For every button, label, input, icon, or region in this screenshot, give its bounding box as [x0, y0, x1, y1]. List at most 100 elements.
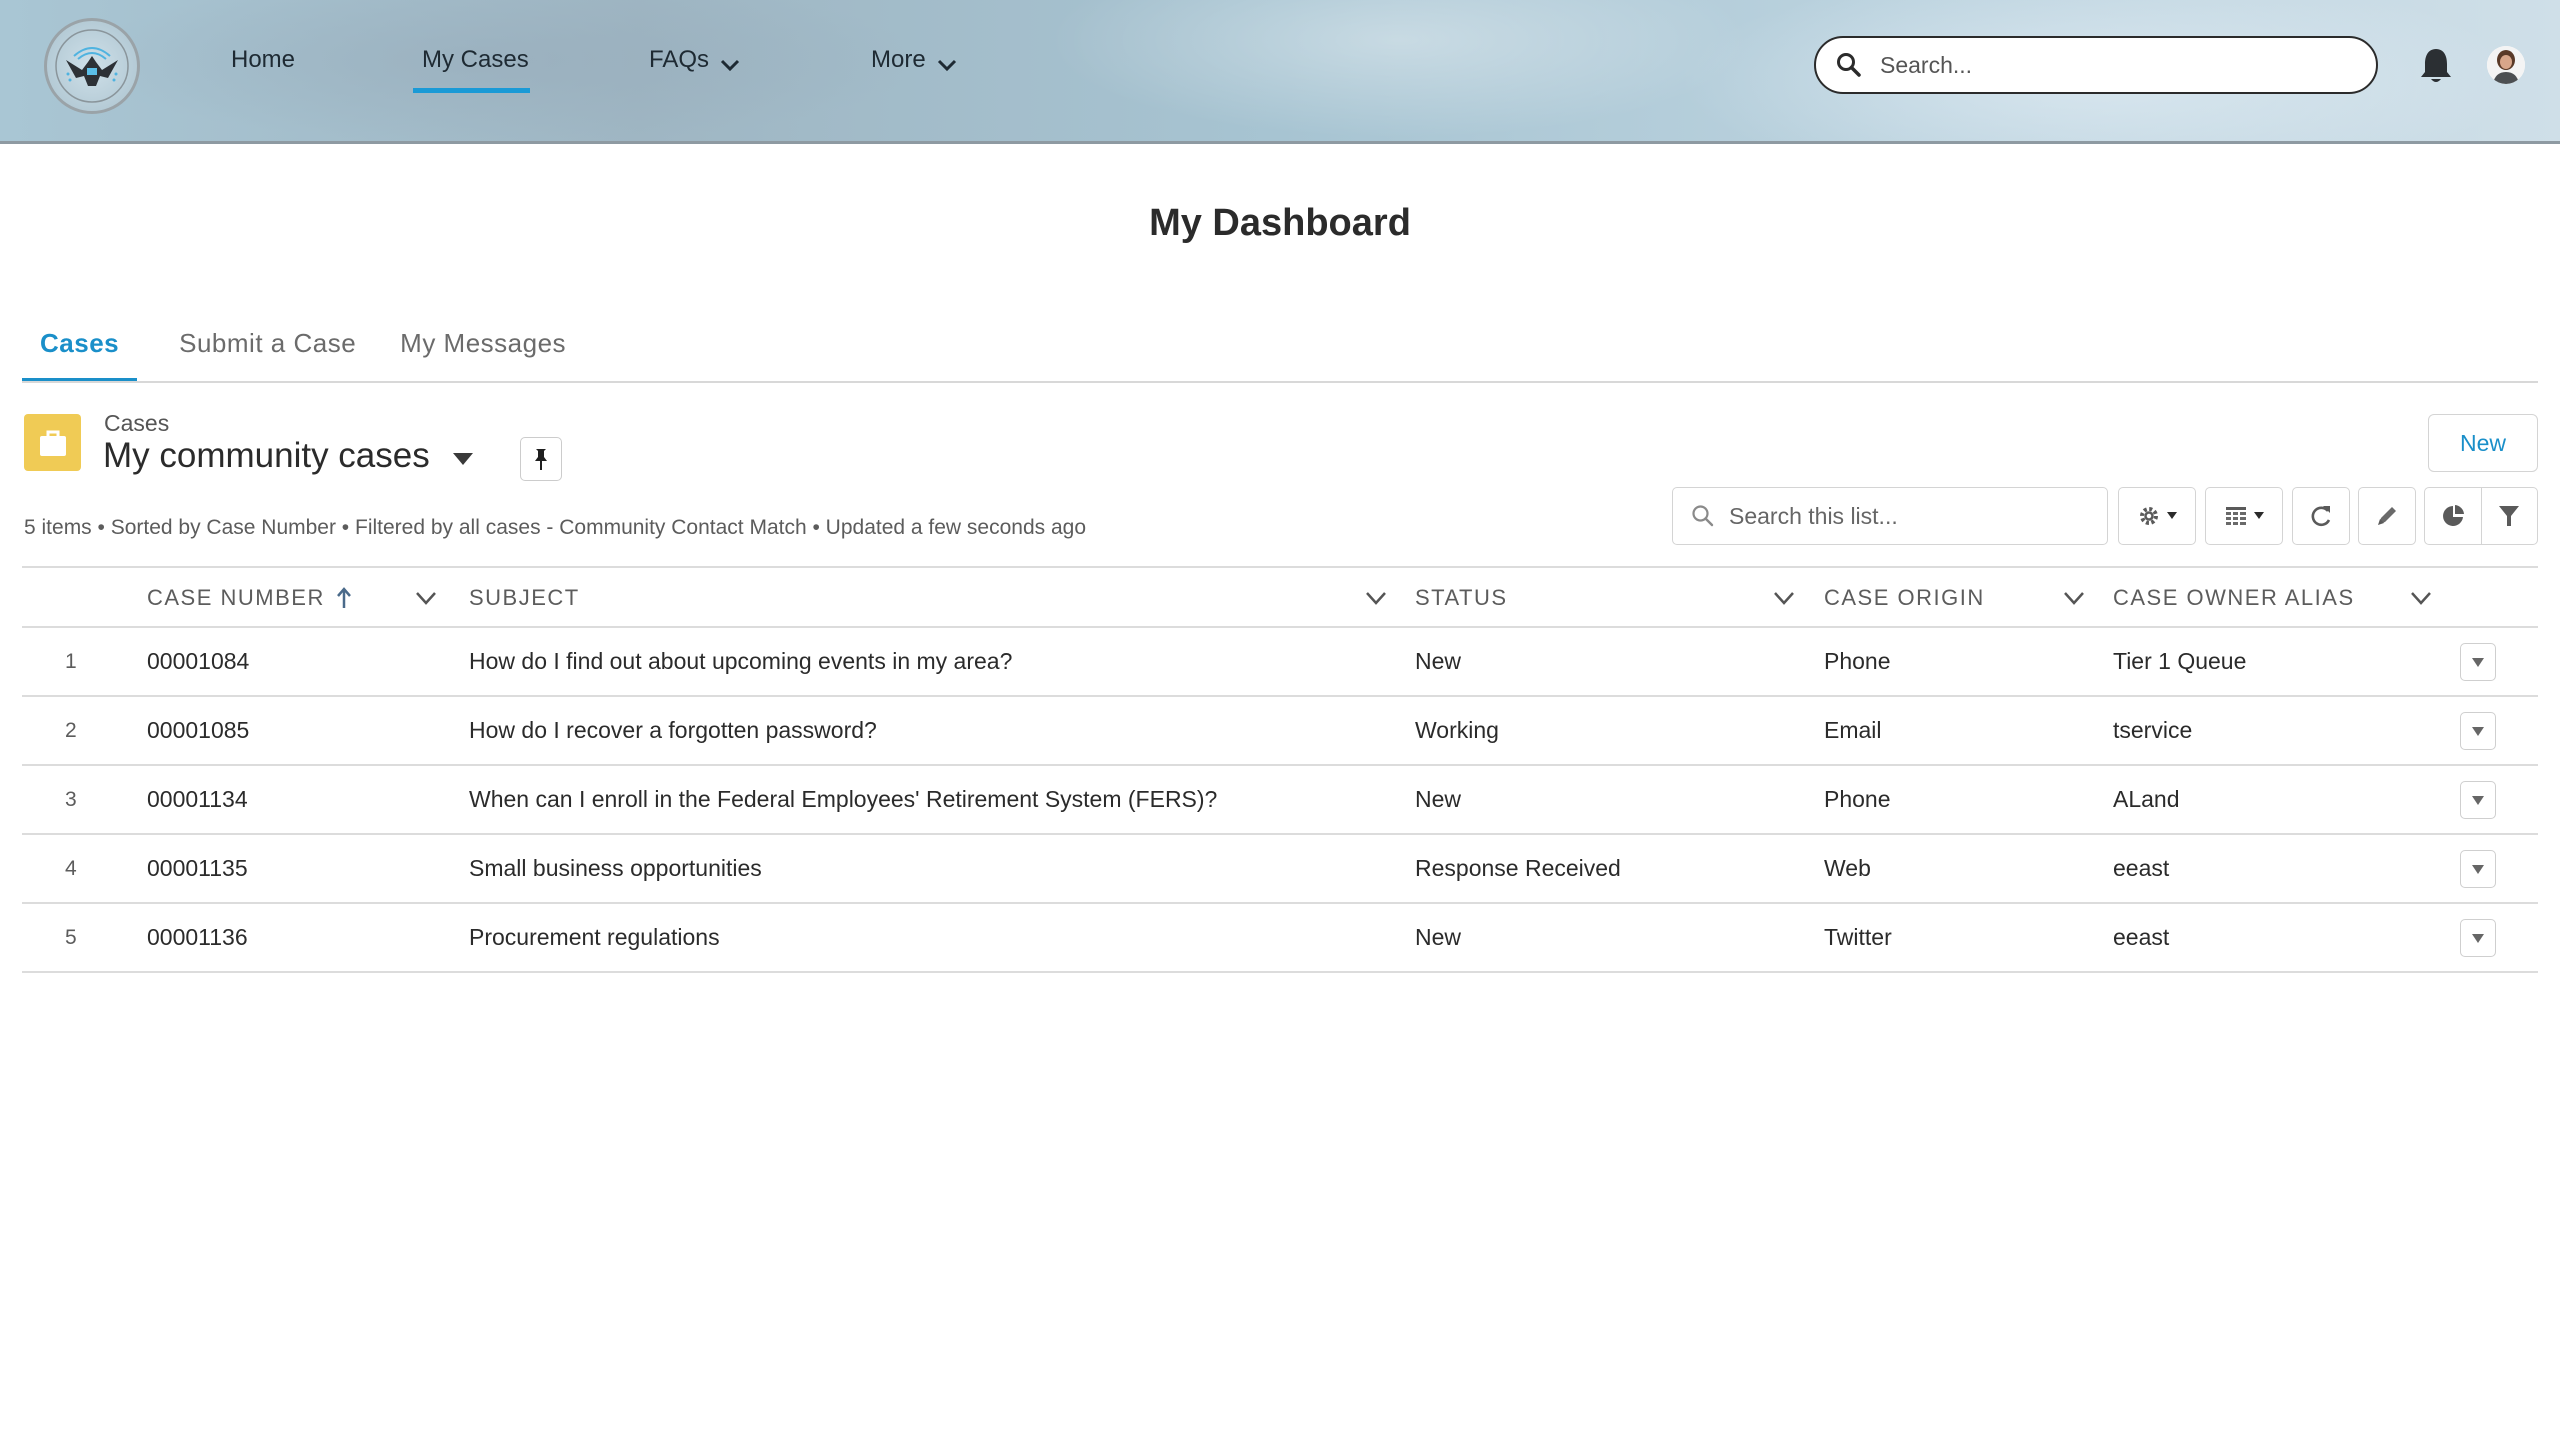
global-search-box[interactable]	[1814, 36, 2378, 94]
case-origin: Email	[1824, 717, 1882, 743]
chart-filter-button-group	[2424, 487, 2538, 545]
cases-table: CASE NUMBER SUBJECT STATUS CASE ORIGIN C…	[22, 566, 2538, 973]
column-menu-chevron-icon[interactable]	[1364, 587, 1388, 609]
nav-faqs[interactable]: FAQs	[649, 46, 741, 94]
row-actions-button[interactable]	[2460, 919, 2496, 957]
case-subject: Small business opportunities	[469, 855, 762, 881]
row-actions-button[interactable]	[2460, 781, 2496, 819]
department-logo[interactable]	[44, 18, 140, 114]
case-subject: When can I enroll in the Federal Employe…	[469, 786, 1218, 812]
column-menu-chevron-icon[interactable]	[414, 587, 438, 609]
caret-down-icon	[2167, 512, 2177, 519]
user-photo-icon	[2487, 46, 2525, 84]
tab-cases[interactable]: Cases	[22, 310, 138, 383]
column-header-case-owner-alias[interactable]: CASE OWNER ALIAS	[2113, 568, 2355, 628]
case-owner-alias: eeast	[2113, 855, 2170, 881]
row-number: 4	[65, 856, 77, 880]
caret-down-icon	[2472, 727, 2484, 736]
pin-icon	[535, 449, 547, 470]
row-actions-button[interactable]	[2460, 712, 2496, 750]
column-menu-chevron-icon[interactable]	[2409, 587, 2433, 609]
column-header-case-origin[interactable]: CASE ORIGIN	[1824, 568, 1985, 628]
tab-my-messages[interactable]: My Messages	[382, 310, 584, 382]
search-icon	[1837, 53, 1861, 77]
case-owner-alias: ALand	[2113, 786, 2180, 812]
nav-home-label: Home	[231, 46, 296, 73]
refresh-button[interactable]	[2292, 487, 2350, 545]
list-settings-button[interactable]	[2118, 487, 2196, 545]
table-header: CASE NUMBER SUBJECT STATUS CASE ORIGIN C…	[22, 566, 2538, 628]
case-number-link[interactable]: 00001085	[147, 697, 249, 764]
refresh-icon	[2311, 506, 2331, 527]
nav-faqs-label: FAQs	[649, 46, 710, 73]
row-number: 5	[65, 925, 77, 949]
new-case-button[interactable]: New	[2428, 414, 2538, 472]
list-search-input[interactable]	[1729, 502, 2089, 530]
show-charts-button[interactable]	[2425, 488, 2481, 544]
table-row: 2 00001085 How do I recover a forgotten …	[22, 697, 2538, 766]
row-number: 2	[65, 718, 77, 742]
list-search-box[interactable]	[1672, 487, 2108, 545]
object-label: Cases	[104, 410, 170, 436]
chevron-down-icon	[937, 59, 956, 72]
display-as-button[interactable]	[2205, 487, 2283, 545]
case-number-link[interactable]: 00001136	[147, 904, 248, 971]
pencil-icon	[2378, 507, 2396, 525]
nav-my-cases[interactable]: My Cases	[422, 46, 529, 94]
site-header: Home My Cases FAQs More	[0, 0, 2560, 144]
eagle-seal-icon	[55, 29, 129, 103]
case-number-link[interactable]: 00001135	[147, 835, 248, 902]
pin-list-button[interactable]	[520, 437, 562, 481]
caret-down-icon	[2472, 934, 2484, 943]
user-avatar[interactable]	[2487, 46, 2525, 84]
nav-more[interactable]: More	[871, 46, 958, 94]
column-header-subject[interactable]: SUBJECT	[469, 568, 580, 628]
bell-icon[interactable]	[2418, 46, 2454, 86]
nav-active-indicator	[413, 88, 530, 93]
table-row: 1 00001084 How do I find out about upcom…	[22, 628, 2538, 697]
case-status: New	[1415, 786, 1462, 812]
case-subject: Procurement regulations	[469, 924, 720, 950]
case-status: Response Received	[1415, 855, 1621, 881]
column-menu-chevron-icon[interactable]	[1772, 587, 1796, 609]
chevron-down-icon	[720, 59, 740, 72]
list-meta-info: 5 items • Sorted by Case Number • Filter…	[24, 516, 1087, 539]
caret-down-icon	[2254, 512, 2264, 519]
caret-down-icon	[2472, 796, 2484, 805]
gear-icon	[2140, 507, 2158, 525]
table-row: 5 00001136 Procurement regulations New T…	[22, 904, 2538, 973]
case-origin: Phone	[1824, 786, 1891, 812]
case-owner-alias: tservice	[2113, 717, 2193, 743]
row-actions-button[interactable]	[2460, 643, 2496, 681]
inline-edit-button[interactable]	[2358, 487, 2416, 545]
case-origin: Twitter	[1824, 924, 1892, 950]
column-header-case-number[interactable]: CASE NUMBER	[147, 568, 353, 628]
case-owner-alias: eeast	[2113, 924, 2170, 950]
pie-chart-icon	[2442, 505, 2464, 526]
column-header-status[interactable]: STATUS	[1415, 568, 1508, 628]
tab-submit-a-case[interactable]: Submit a Case	[161, 310, 374, 382]
page-title: My Dashboard	[1149, 202, 1411, 244]
row-number: 3	[65, 787, 77, 811]
table-icon	[2226, 507, 2246, 525]
nav-more-label: More	[871, 46, 926, 73]
nav-home[interactable]: Home	[231, 46, 295, 94]
tabs-divider	[22, 381, 2538, 383]
case-number-link[interactable]: 00001084	[147, 628, 249, 695]
case-status: New	[1415, 924, 1462, 950]
row-number: 1	[65, 649, 77, 673]
column-menu-chevron-icon[interactable]	[2062, 587, 2086, 609]
filter-button[interactable]	[2480, 488, 2538, 544]
case-number-link[interactable]: 00001134	[147, 766, 248, 833]
global-search-input[interactable]	[1880, 51, 2340, 79]
caret-down-icon[interactable]	[452, 451, 474, 467]
row-actions-button[interactable]	[2460, 850, 2496, 888]
case-owner-alias: Tier 1 Queue	[2113, 648, 2247, 674]
table-row: 4 00001135 Small business opportunities …	[22, 835, 2538, 904]
nav-my-cases-label: My Cases	[422, 46, 529, 73]
case-briefcase-icon	[24, 414, 81, 471]
list-view-selector[interactable]: My community cases	[103, 436, 474, 476]
caret-down-icon	[2472, 865, 2484, 874]
list-view-title: My community cases	[103, 436, 430, 475]
caret-down-icon	[2472, 658, 2484, 667]
